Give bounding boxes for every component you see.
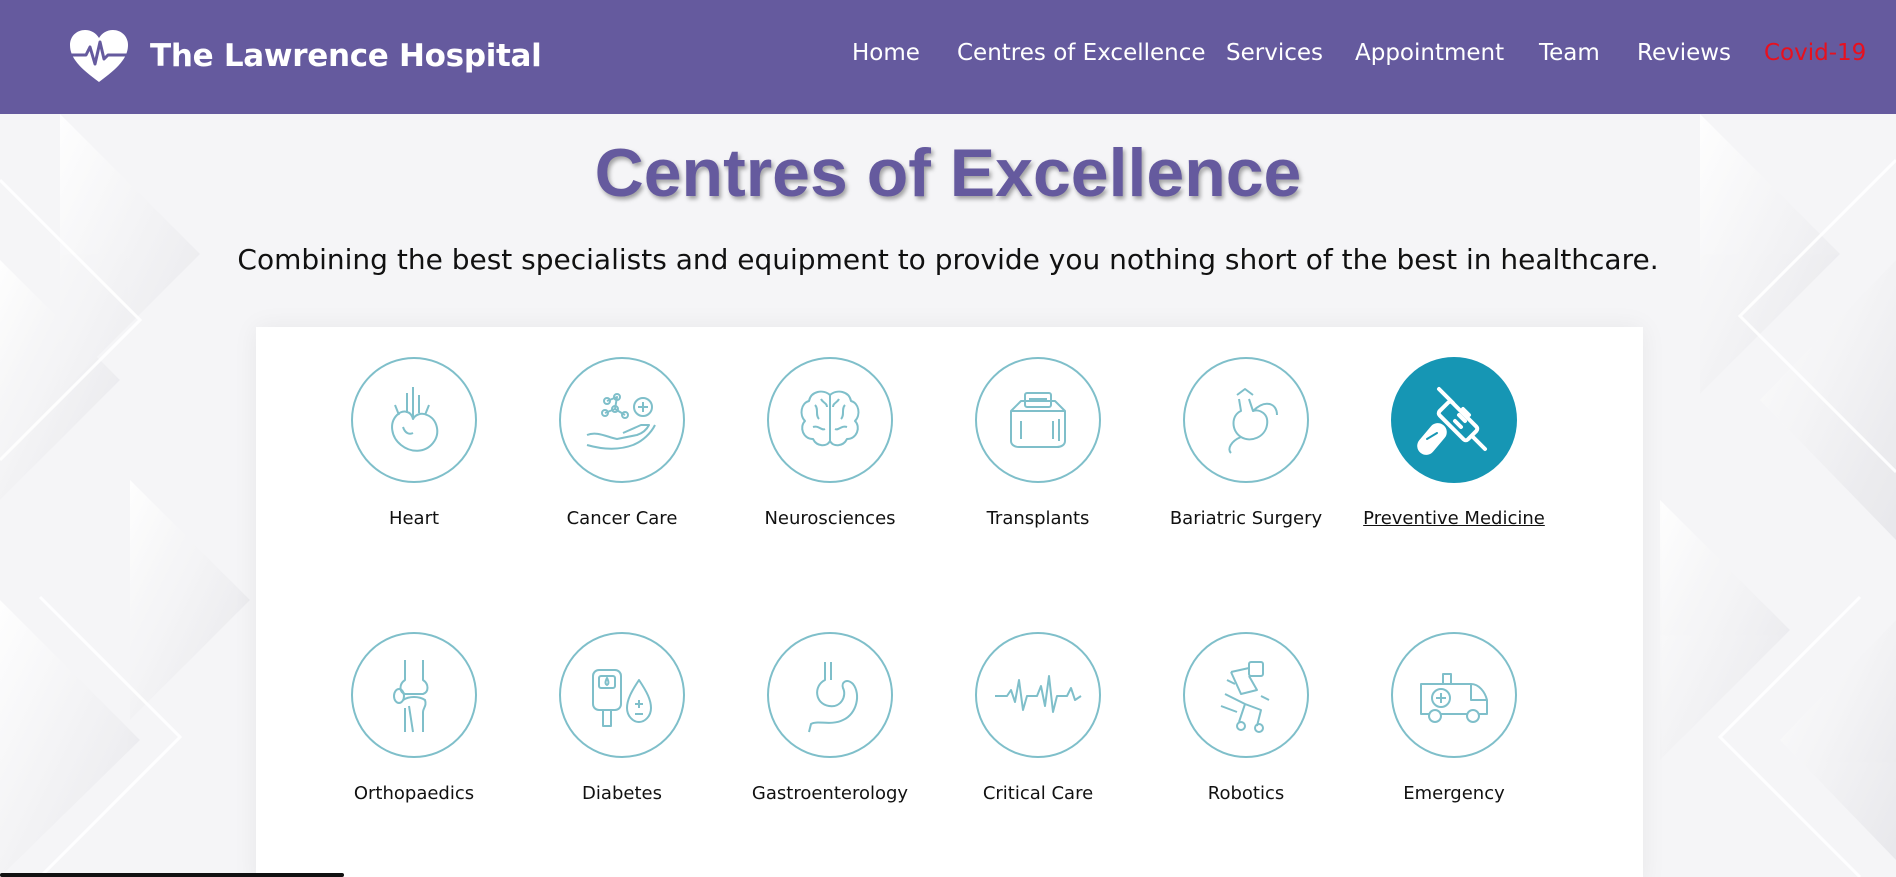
organ-box-icon [1010,392,1066,448]
nav-team[interactable]: Team [1539,40,1600,66]
centre-icon-circle[interactable] [351,357,477,483]
site-header: The Lawrence Hospital Home Centres of Ex… [0,0,1896,114]
centre-diabetes[interactable]: Diabetes [518,632,726,804]
centre-icon-circle[interactable] [767,632,893,758]
centre-label: Heart [388,508,440,529]
horizontal-scrollbar[interactable] [0,873,344,877]
centre-label: Bariatric Surgery [1169,508,1323,529]
nav-home[interactable]: Home [852,40,920,66]
stomach-icon [808,662,859,733]
nav-covid-19[interactable]: Covid-19 [1764,40,1866,66]
centre-transplants[interactable]: Transplants [934,357,1142,529]
centre-icon-circle[interactable] [975,632,1101,758]
centre-heart[interactable]: Heart [310,357,518,529]
centre-label[interactable]: Preventive Medicine [1350,508,1558,529]
surgical-robot-icon [1220,661,1270,733]
centre-emergency[interactable]: Emergency [1350,632,1558,804]
centre-icon-circle[interactable] [1183,357,1309,483]
glucose-meter-icon [592,669,652,727]
syringe-pill-icon [1417,387,1487,455]
centres-grid: Heart Cancer Care Neurosciences Transpla… [256,327,1643,877]
nav-services[interactable]: Services [1226,40,1323,66]
centre-orthopaedics[interactable]: Orthopaedics [310,632,518,804]
centre-label: Diabetes [582,783,662,804]
centre-bariatric-surgery[interactable]: Bariatric Surgery [1142,357,1350,529]
brand-logo[interactable]: The Lawrence Hospital [68,28,542,84]
centre-label: Robotics [1207,783,1285,804]
centre-label: Neurosciences [764,508,896,529]
cancer-care-icon [586,393,656,450]
centre-icon-circle[interactable] [975,357,1101,483]
brain-icon [800,390,860,447]
heartbeat-line-icon [995,675,1082,713]
centre-robotics[interactable]: Robotics [1142,632,1350,804]
centre-icon-circle[interactable] [767,357,893,483]
centre-label: Emergency [1403,783,1505,804]
centre-icon-circle[interactable] [559,357,685,483]
centre-critical-care[interactable]: Critical Care [934,632,1142,804]
centre-icon-circle[interactable] [1183,632,1309,758]
page-subtitle: Combining the best specialists and equip… [237,243,1659,276]
nav-centres-of-excellence[interactable]: Centres of Excellence [957,40,1206,66]
centre-label: Orthopaedics [353,783,475,804]
knee-joint-icon [393,660,429,733]
centre-preventive-medicine[interactable]: Preventive Medicine [1350,357,1558,529]
heart-pulse-logo-icon [70,30,128,82]
heart-organ-icon [391,387,439,452]
ambulance-icon [1420,673,1488,723]
page-title: Centres of Excellence [594,135,1302,211]
centre-icon-circle[interactable] [559,632,685,758]
centre-label: Gastroenterology [751,783,909,804]
nav-reviews[interactable]: Reviews [1637,40,1731,66]
brand-name: The Lawrence Hospital [150,38,542,74]
nav-appointment[interactable]: Appointment [1355,40,1504,66]
centre-icon-circle[interactable] [351,632,477,758]
centre-label: Critical Care [982,783,1094,804]
centre-neurosciences[interactable]: Neurosciences [726,357,934,529]
centre-label: Cancer Care [566,508,678,529]
centre-icon-circle[interactable] [1391,357,1517,483]
stomach-band-icon [1228,388,1278,454]
centre-cancer-care[interactable]: Cancer Care [518,357,726,529]
centre-icon-circle[interactable] [1391,632,1517,758]
centre-gastroenterology[interactable]: Gastroenterology [726,632,934,804]
centre-label: Transplants [986,508,1090,529]
